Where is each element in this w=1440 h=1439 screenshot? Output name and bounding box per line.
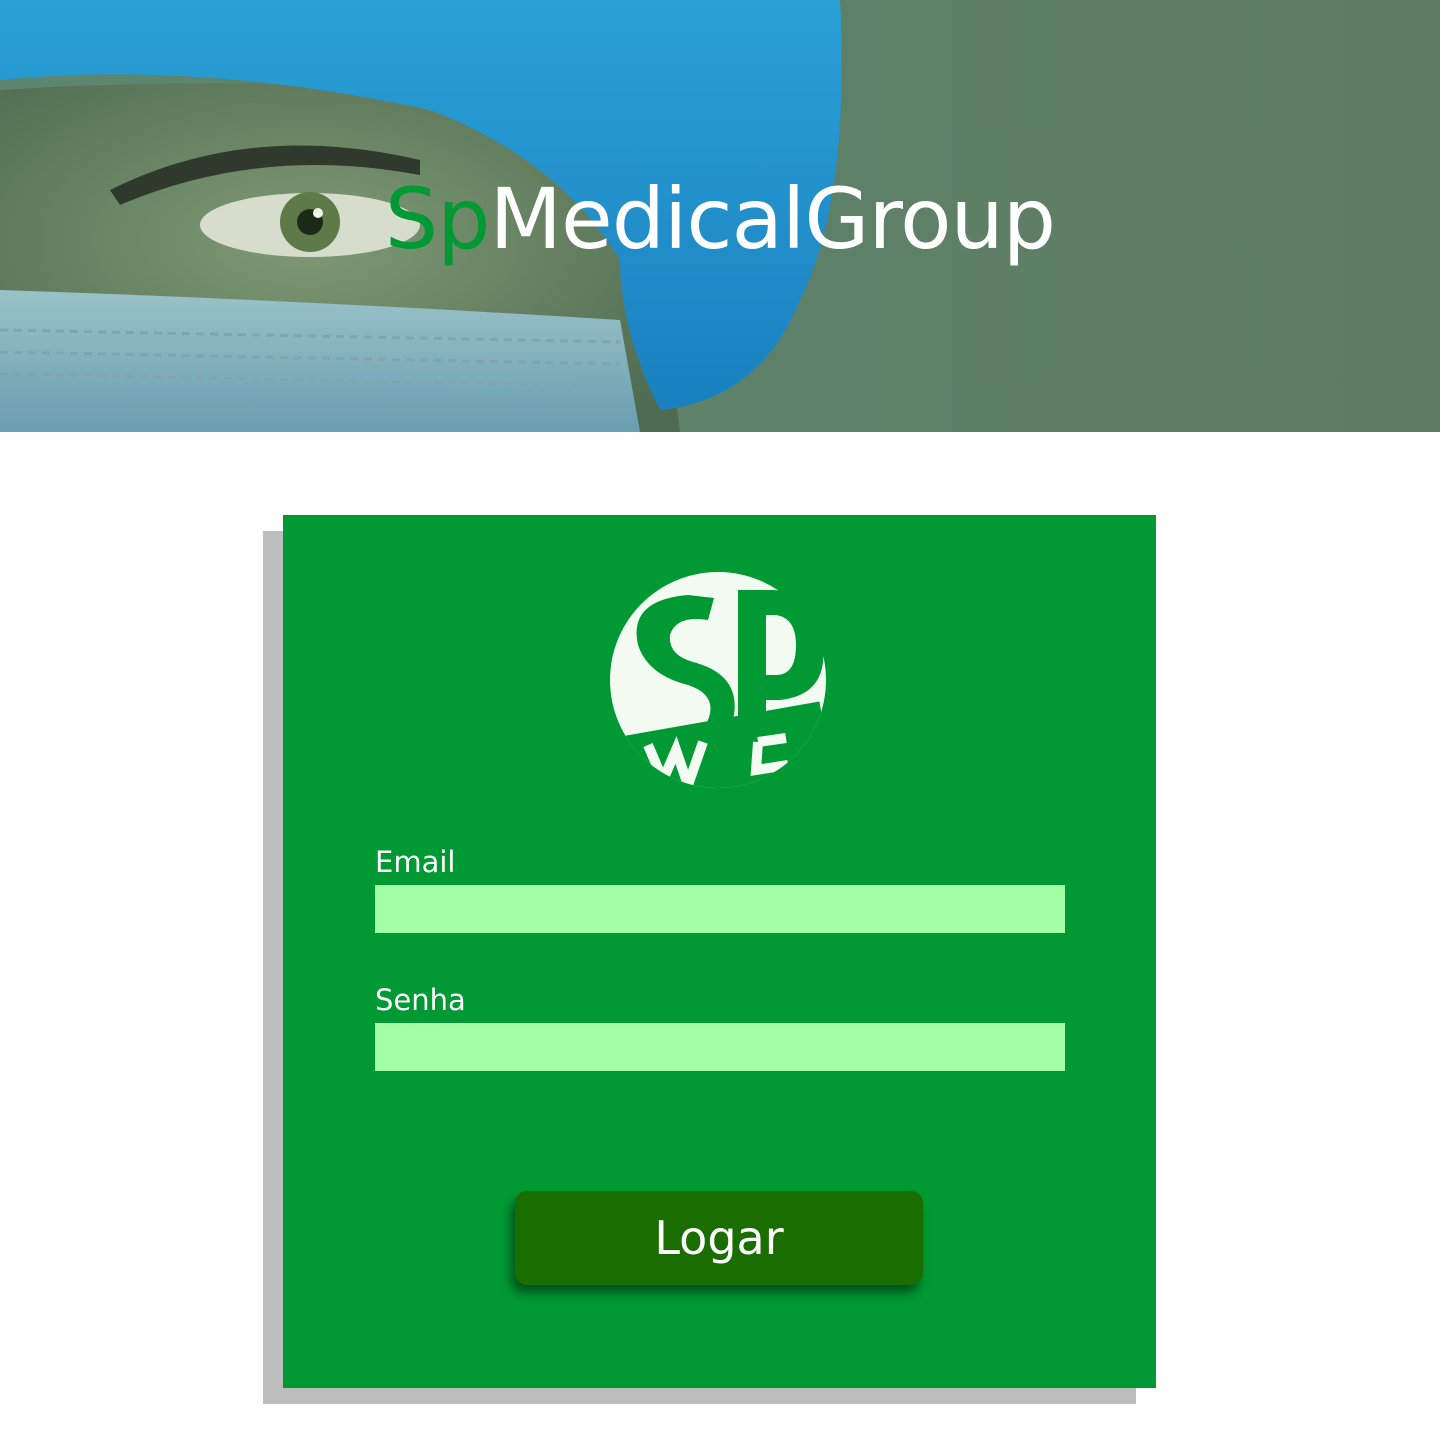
site-title-prefix: Sp [384, 170, 491, 268]
password-field[interactable] [375, 1023, 1065, 1071]
email-label: Email [375, 845, 456, 879]
site-title: SpMedicalGroup [0, 170, 1440, 268]
email-field[interactable] [375, 885, 1065, 933]
login-card: Email Senha Logar [283, 515, 1156, 1388]
hero-banner: SpMedicalGroup [0, 0, 1440, 432]
password-label: Senha [375, 983, 466, 1017]
sp-medical-group-logo-icon [610, 572, 826, 788]
site-title-rest: MedicalGroup [489, 170, 1057, 268]
login-button[interactable]: Logar [515, 1191, 923, 1285]
